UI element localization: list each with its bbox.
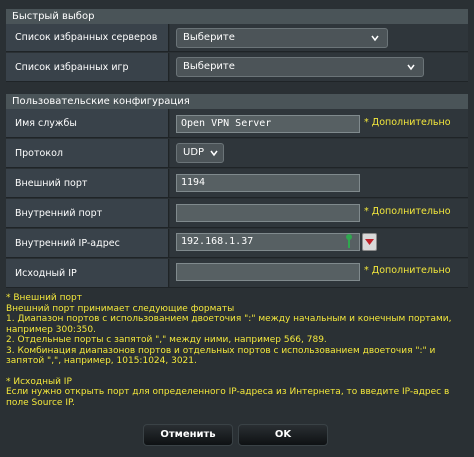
favorite-servers-row: Список избранных серверов Выберите [6, 24, 468, 52]
internal-ip-input[interactable]: 192.168.1.37 [176, 233, 360, 251]
key-icon [346, 234, 352, 248]
internal-ip-cell: 192.168.1.37 [170, 229, 468, 257]
user-config-header: Пользовательские конфигурация [6, 94, 468, 109]
protocol-label: Протокол [6, 139, 169, 167]
favorite-games-value: Выберите [183, 61, 235, 72]
protocol-row: Протокол UDP [6, 139, 468, 168]
favorite-games-row: Список избранных игр Выберите [6, 53, 468, 82]
source-ip-row: Исходный IP * Дополнительно [6, 259, 468, 288]
favorite-servers-select[interactable]: Выберите [176, 28, 388, 48]
favorite-servers-cell: Выберите [170, 24, 468, 51]
service-name-hint: * Дополнительно [364, 117, 451, 128]
protocol-cell: UDP [170, 139, 468, 167]
service-name-cell: Open VPN Server * Дополнительно [170, 109, 468, 137]
protocol-select[interactable]: UDP [176, 143, 224, 163]
external-port-cell: 1194 [170, 169, 468, 197]
ext-port-note-1: 1. Диапазон портов с использованием двое… [6, 314, 452, 335]
ext-port-note-3: 3. Комбинация диапазонов портов и отдель… [6, 345, 436, 367]
external-port-input[interactable]: 1194 [176, 174, 360, 192]
internal-port-hint: * Дополнительно [364, 206, 451, 217]
source-ip-note-title: * Исходный IP [6, 376, 72, 387]
caret-down-icon [365, 239, 374, 245]
external-port-label: Внешний порт [6, 169, 169, 197]
internal-port-cell: * Дополнительно [170, 199, 468, 227]
source-ip-label: Исходный IP [6, 259, 169, 287]
source-ip-input[interactable] [176, 263, 360, 281]
favorite-games-cell: Выберите [170, 53, 468, 81]
service-name-row: Имя службы Open VPN Server * Дополнитель… [6, 109, 468, 138]
favorite-servers-value: Выберите [183, 32, 235, 43]
internal-port-label: Внутренний порт [6, 199, 169, 227]
chevron-down-icon [210, 150, 218, 157]
source-ip-hint: * Дополнительно [364, 265, 451, 276]
internal-port-row: Внутренний порт * Дополнительно [6, 199, 468, 228]
ext-port-note-title: * Внешний порт [6, 293, 82, 303]
service-name-input[interactable]: Open VPN Server [176, 115, 360, 133]
chevron-down-icon [371, 35, 379, 42]
ok-button[interactable]: OK [238, 424, 328, 446]
source-ip-note-text: Если нужно открыть порт для определенног… [6, 387, 450, 408]
ext-port-note-2: 2. Отдельные порты с запятой "," между н… [6, 335, 327, 345]
cancel-button[interactable]: Отменить [143, 424, 233, 446]
service-name-label: Имя службы [6, 109, 169, 137]
favorite-games-select[interactable]: Выберите [176, 57, 424, 77]
internal-ip-row: Внутренний IP-адрес 192.168.1.37 [6, 229, 468, 258]
ip-dropdown-button[interactable] [362, 233, 377, 251]
internal-ip-label: Внутренний IP-адрес [6, 229, 169, 257]
internal-port-input[interactable] [176, 204, 360, 222]
chevron-down-icon [407, 64, 415, 71]
notes-spacer [6, 367, 468, 377]
quick-select-header: Быстрый выбор [6, 9, 468, 24]
help-notes: * Внешний порт Внешний порт принимает сл… [6, 293, 468, 408]
favorite-servers-label: Список избранных серверов [6, 24, 169, 51]
favorite-games-label: Список избранных игр [6, 53, 169, 81]
source-ip-cell: * Дополнительно [170, 259, 468, 287]
external-port-row: Внешний порт 1194 [6, 169, 468, 198]
ext-port-note-intro: Внешний порт принимает следующие форматы [6, 303, 235, 314]
protocol-value: UDP [183, 147, 205, 158]
